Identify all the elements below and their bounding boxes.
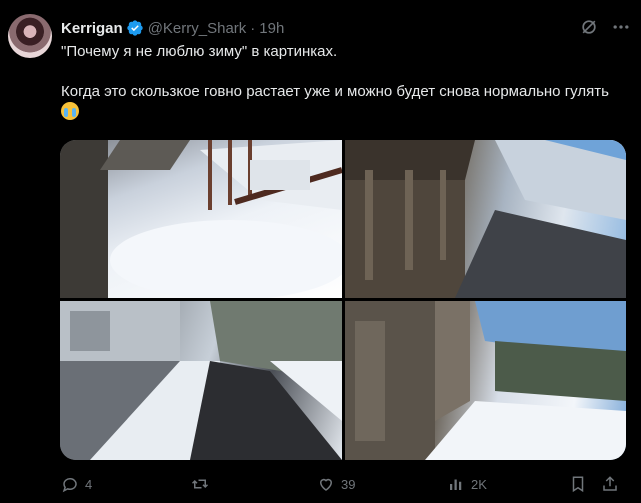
more-options-icon[interactable] bbox=[611, 17, 631, 37]
views-action[interactable]: 2K bbox=[447, 475, 487, 493]
photo-3-scene bbox=[60, 301, 342, 460]
verified-badge-icon bbox=[127, 20, 143, 36]
photo-2[interactable] bbox=[345, 140, 626, 298]
reply-action[interactable]: 4 bbox=[61, 475, 92, 493]
post-time[interactable]: 19h bbox=[259, 20, 284, 37]
separator-dot: · bbox=[250, 19, 256, 37]
post-text-line2: Когда это скользкое говно растает уже и … bbox=[61, 82, 621, 123]
post-text-line2-content: Когда это скользкое говно растает уже и … bbox=[61, 83, 609, 100]
like-action[interactable]: 39 bbox=[317, 475, 355, 493]
author-handle[interactable]: @Kerry_Shark bbox=[148, 20, 247, 37]
photo-3[interactable] bbox=[60, 301, 342, 460]
photo-1-scene bbox=[60, 140, 342, 298]
action-bar: 4 39 2K bbox=[61, 473, 621, 495]
photo-4[interactable] bbox=[345, 301, 626, 460]
heart-icon bbox=[319, 478, 333, 491]
post-header: Kerrigan @Kerry_Shark · 19h bbox=[61, 17, 631, 39]
post-text: "Почему я не люблю зиму" в картинках. Ко… bbox=[61, 42, 621, 123]
media-grid bbox=[60, 140, 626, 460]
header-icons bbox=[579, 17, 631, 37]
grok-icon[interactable] bbox=[579, 17, 599, 37]
photo-1[interactable] bbox=[60, 140, 342, 298]
like-count: 39 bbox=[341, 476, 356, 492]
post-text-line1: "Почему я не люблю зиму" в картинках. bbox=[61, 43, 338, 60]
repost-icon bbox=[191, 479, 209, 489]
views-icon bbox=[450, 479, 462, 490]
share-action[interactable] bbox=[601, 475, 619, 493]
author-name[interactable]: Kerrigan bbox=[61, 20, 123, 37]
reply-icon bbox=[62, 478, 77, 493]
photo-2-scene bbox=[345, 140, 626, 298]
reply-count: 4 bbox=[85, 476, 93, 492]
share-icon bbox=[603, 476, 617, 491]
loudly-crying-face-icon bbox=[61, 102, 79, 120]
bookmark-action[interactable] bbox=[569, 475, 587, 493]
avatar[interactable] bbox=[8, 14, 52, 58]
bookmark-icon bbox=[572, 476, 584, 493]
views-count: 2K bbox=[471, 476, 487, 492]
repost-action[interactable] bbox=[191, 475, 215, 493]
photo-4-scene bbox=[345, 301, 626, 460]
